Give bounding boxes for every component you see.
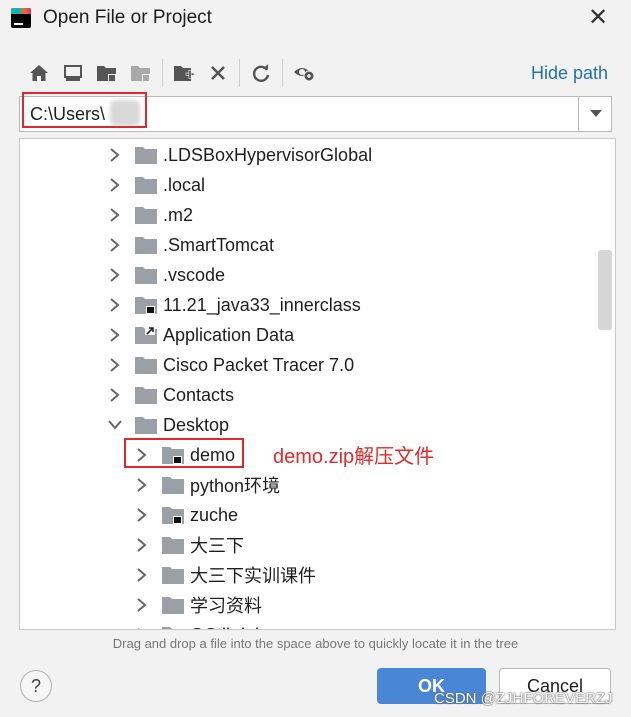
- folder-icon: [162, 566, 184, 584]
- folder-icon: [162, 626, 184, 629]
- path-highlight-box: [22, 92, 147, 128]
- chevron-right-icon[interactable]: [133, 596, 151, 614]
- intellij-app-icon: [11, 8, 31, 28]
- tree-row-label: zuche: [190, 504, 239, 525]
- desktop-icon[interactable]: [56, 58, 90, 88]
- hide-path-link[interactable]: Hide path: [531, 63, 608, 84]
- dialog-title: Open File or Project: [43, 7, 212, 28]
- tree-row[interactable]: 大三下: [133, 530, 244, 560]
- help-button[interactable]: ?: [20, 670, 52, 702]
- tree-row-label: Contacts: [163, 384, 235, 405]
- tree-row[interactable]: .SmartTomcat: [106, 230, 274, 260]
- tree-row-label: .vscode: [163, 264, 226, 285]
- watermark: CSDN @ZJHFOREVERZJ: [434, 690, 613, 707]
- folder-icon: [135, 146, 157, 164]
- toolbar-separator: [162, 59, 163, 87]
- chevron-right-icon[interactable]: [106, 356, 124, 374]
- tree-row-label: .LDSBoxHypervisorGlobal: [163, 144, 373, 165]
- tree-row-label: .local: [163, 174, 206, 195]
- tree-row-label: 学习资料: [190, 596, 262, 616]
- chevron-right-icon[interactable]: [106, 296, 124, 314]
- folder-icon: [135, 206, 157, 224]
- tree-row-label: 大三下实训课件: [190, 566, 316, 586]
- tree-row[interactable]: 11.21_java33_innerclass: [106, 290, 361, 320]
- toolbar-separator: [282, 59, 283, 87]
- folder-icon: [162, 536, 184, 554]
- tree-row-label: Desktop: [163, 414, 230, 435]
- folder-icon: [135, 266, 157, 284]
- folder-icon: [135, 176, 157, 194]
- demo-highlight-box: [124, 438, 244, 468]
- tree-row[interactable]: 学习资料: [133, 590, 262, 620]
- module-folder-icon[interactable]: [124, 58, 158, 88]
- folder-icon: [135, 296, 157, 314]
- chevron-right-icon[interactable]: [133, 476, 151, 494]
- tree-row-label: GCtlkdnl: [190, 625, 259, 630]
- folder-icon: [162, 476, 184, 494]
- file-tree[interactable]: .LDSBoxHypervisorGlobal .local .m2 .SmartTo…: [19, 138, 616, 630]
- tree-row[interactable]: zuche: [133, 500, 238, 530]
- chevron-right-icon[interactable]: [133, 536, 151, 554]
- tree-row-label: python环境: [190, 476, 281, 496]
- chevron-right-icon[interactable]: [106, 236, 124, 254]
- chevron-right-icon[interactable]: [106, 266, 124, 284]
- chevron-down-icon: [589, 110, 602, 117]
- folder-icon: [162, 596, 184, 614]
- annotation-label: demo.zip解压文件: [273, 446, 435, 468]
- tree-row[interactable]: Application Data: [106, 320, 294, 350]
- tree-row[interactable]: Desktop: [106, 410, 229, 440]
- tree-row[interactable]: .m2: [106, 200, 193, 230]
- chevron-down-icon[interactable]: [106, 416, 124, 434]
- folder-icon: [135, 326, 157, 344]
- chevron-right-icon[interactable]: [133, 566, 151, 584]
- tree-row[interactable]: 大三下实训课件: [133, 560, 316, 590]
- chevron-right-icon[interactable]: [133, 506, 151, 524]
- chevron-right-icon[interactable]: [106, 146, 124, 164]
- drag-drop-hint: Drag and drop a file into the space abov…: [112, 636, 519, 651]
- tree-row[interactable]: Contacts: [106, 380, 234, 410]
- path-history-dropdown[interactable]: [580, 97, 611, 131]
- folder-icon: [135, 386, 157, 404]
- scrollbar[interactable]: [595, 140, 615, 628]
- toolbar: [22, 58, 321, 88]
- toolbar-separator: [239, 59, 240, 87]
- chevron-right-icon[interactable]: [106, 326, 124, 344]
- close-icon[interactable]: ✕: [586, 6, 610, 30]
- refresh-icon[interactable]: [244, 58, 278, 88]
- delete-icon[interactable]: [201, 58, 235, 88]
- tree-row[interactable]: python环境: [133, 470, 280, 500]
- scrollbar-thumb[interactable]: [598, 250, 612, 330]
- dropdown-separator: [578, 97, 579, 131]
- tree-row-label: .m2: [163, 204, 194, 225]
- tree-row[interactable]: .LDSBoxHypervisorGlobal: [106, 140, 372, 170]
- chevron-right-icon[interactable]: [106, 176, 124, 194]
- tree-row[interactable]: .vscode: [106, 260, 225, 290]
- tree-row-label: Cisco Packet Tracer 7.0: [163, 354, 355, 375]
- tree-row-label: 大三下: [190, 536, 244, 556]
- chevron-right-icon[interactable]: [106, 206, 124, 224]
- tree-row[interactable]: .local: [106, 170, 205, 200]
- chevron-right-icon[interactable]: [133, 626, 151, 629]
- folder-icon: [135, 416, 157, 434]
- tree-row[interactable]: Cisco Packet Tracer 7.0: [106, 350, 354, 380]
- chevron-right-icon[interactable]: [106, 386, 124, 404]
- tree-row[interactable]: GCtlkdnl: [133, 620, 259, 630]
- new-folder-icon[interactable]: [167, 58, 201, 88]
- folder-icon: [135, 236, 157, 254]
- project-folder-icon[interactable]: [90, 58, 124, 88]
- tree-row-label: Application Data: [163, 324, 295, 345]
- home-icon[interactable]: [22, 58, 56, 88]
- tree-row-label: 11.21_java33_innerclass: [163, 294, 361, 315]
- tree-row-label: .SmartTomcat: [163, 234, 275, 255]
- show-hidden-icon[interactable]: [287, 58, 321, 88]
- folder-icon: [162, 506, 184, 524]
- folder-icon: [135, 356, 157, 374]
